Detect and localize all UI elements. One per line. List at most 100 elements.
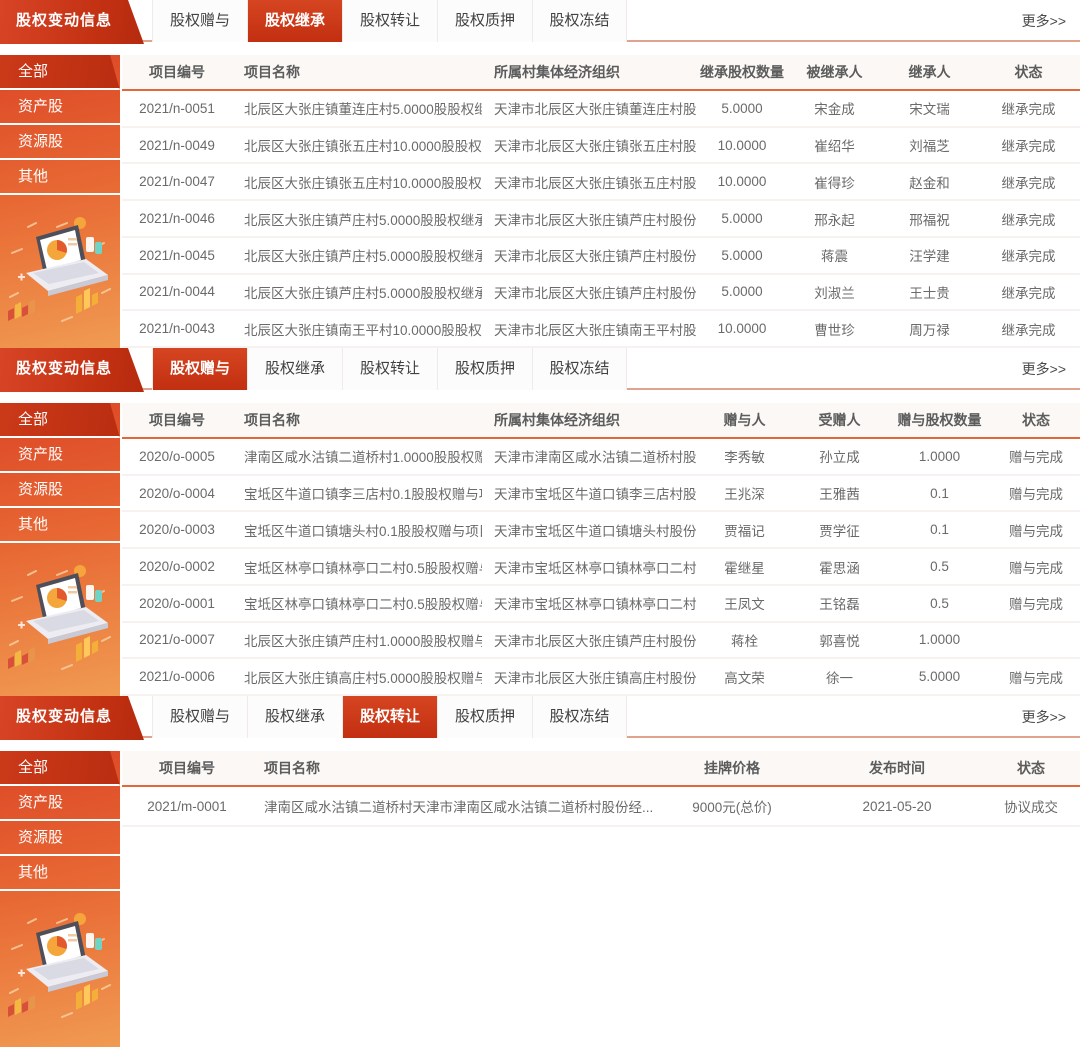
section-equity-gift: 股权变动信息股权赠与股权继承股权转让股权质押股权冻结更多>>全部资产股资源股其他…	[0, 348, 1080, 696]
sidebar-item-other[interactable]: 其他	[0, 856, 120, 891]
table-cell: 霍思涵	[792, 557, 887, 577]
table-cell: 北辰区大张庄镇张五庄村10.0000股股权继...	[232, 172, 482, 192]
table-cell: 邢永起	[787, 209, 882, 229]
table-cell: 0.5	[887, 559, 992, 574]
sidebar-item-all[interactable]: 全部	[0, 751, 120, 786]
sidebar-item-resource-shares[interactable]: 资源股	[0, 821, 120, 856]
table-cell: 赠与完成	[992, 446, 1080, 466]
tab-equity-pledge[interactable]: 股权质押	[437, 0, 532, 42]
tab-equity-gift[interactable]: 股权赠与	[152, 348, 247, 390]
tab-equity-freeze[interactable]: 股权冻结	[532, 696, 627, 738]
table-row[interactable]: 2021/n-0044北辰区大张庄镇芦庄村5.0000股股权继承...天津市北辰…	[122, 275, 1080, 312]
tab-equity-gift[interactable]: 股权赠与	[152, 0, 247, 42]
table-cell: 继承完成	[977, 172, 1080, 192]
table-row[interactable]: 2021/n-0046北辰区大张庄镇芦庄村5.0000股股权继承...天津市北辰…	[122, 201, 1080, 238]
table-row[interactable]: 2021/n-0049北辰区大张庄镇张五庄村10.0000股股权继...天津市北…	[122, 128, 1080, 165]
tab-equity-gift[interactable]: 股权赠与	[152, 696, 247, 738]
tab-equity-inheritance[interactable]: 股权继承	[247, 348, 342, 390]
table-row[interactable]: 2021/o-0006北辰区大张庄镇高庄村5.0000股股权赠与...天津市北辰…	[122, 659, 1080, 696]
table-row[interactable]: 2021/m-0001津南区咸水沽镇二道桥村天津市津南区咸水沽镇二道桥村股份经.…	[122, 787, 1080, 827]
column-header: 赠与股权数量	[887, 410, 992, 430]
table-cell: 9000元(总价)	[652, 796, 812, 816]
sidebar-item-all[interactable]: 全部	[0, 403, 120, 438]
column-header: 继承人	[882, 62, 977, 82]
tab-bar: 股权赠与股权继承股权转让股权质押股权冻结	[152, 348, 627, 390]
table-cell: 2020/o-0003	[122, 522, 232, 537]
sidebar-item-resource-shares[interactable]: 资源股	[0, 125, 120, 160]
more-link[interactable]: 更多>>	[1022, 348, 1066, 390]
table-header-row: 项目编号项目名称所属村集体经济组织继承股权数量被继承人继承人状态	[122, 55, 1080, 91]
table-row[interactable]: 2020/o-0002宝坻区林亭口镇林亭口二村0.5股股权赠与...天津市宝坻区…	[122, 549, 1080, 586]
table-header-row: 项目编号项目名称所属村集体经济组织赠与人受赠人赠与股权数量状态	[122, 403, 1080, 439]
table-cell: 周万禄	[882, 319, 977, 339]
tab-equity-inheritance[interactable]: 股权继承	[247, 696, 342, 738]
table-row[interactable]: 2020/o-0001宝坻区林亭口镇林亭口二村0.5股股权赠与...天津市宝坻区…	[122, 586, 1080, 623]
table-cell: 天津市津南区咸水沽镇二道桥村股...	[482, 446, 697, 466]
column-header: 项目名称	[232, 410, 482, 430]
tab-equity-pledge[interactable]: 股权质押	[437, 696, 532, 738]
table-cell: 5.0000	[697, 284, 787, 299]
tab-bar: 股权赠与股权继承股权转让股权质押股权冻结	[152, 696, 627, 738]
table-row[interactable]: 2021/n-0047北辰区大张庄镇张五庄村10.0000股股权继...天津市北…	[122, 164, 1080, 201]
table-cell: 5.0000	[887, 669, 992, 684]
table-cell: 汪学建	[882, 245, 977, 265]
table-row[interactable]: 2020/o-0003宝坻区牛道口镇塘头村0.1股股权赠与项目天津市宝坻区牛道口…	[122, 512, 1080, 549]
table-cell: 2021/o-0006	[122, 669, 232, 684]
table-cell: 蒋栓	[697, 630, 792, 650]
table-cell: 2021/n-0043	[122, 321, 232, 336]
table-cell: 10.0000	[697, 321, 787, 336]
table-cell: 天津市北辰区大张庄镇芦庄村股份...	[482, 245, 697, 265]
table-rows: 2021/n-0051北辰区大张庄镇董连庄村5.0000股股权继...天津市北辰…	[122, 91, 1080, 348]
table-cell: 宝坻区林亭口镇林亭口二村0.5股股权赠与...	[232, 593, 482, 613]
table-panel: 项目编号项目名称所属村集体经济组织赠与人受赠人赠与股权数量状态2020/o-00…	[122, 403, 1080, 696]
table-cell: 继承完成	[977, 319, 1080, 339]
table-cell: 0.1	[887, 522, 992, 537]
tab-equity-transfer[interactable]: 股权转让	[342, 696, 437, 738]
table-row[interactable]: 2021/n-0043北辰区大张庄镇南王平村10.0000股股权继...天津市北…	[122, 311, 1080, 348]
table-cell: 2021/o-0007	[122, 632, 232, 647]
sidebar-item-resource-shares[interactable]: 资源股	[0, 473, 120, 508]
sidebar-item-all[interactable]: 全部	[0, 55, 120, 90]
sidebar: 全部资产股资源股其他	[0, 403, 120, 696]
table-cell: 李秀敏	[697, 446, 792, 466]
tab-equity-transfer[interactable]: 股权转让	[342, 0, 437, 42]
section-header: 股权变动信息股权赠与股权继承股权转让股权质押股权冻结更多>>	[0, 348, 1080, 390]
tab-equity-freeze[interactable]: 股权冻结	[532, 0, 627, 42]
tab-equity-inheritance[interactable]: 股权继承	[247, 0, 342, 42]
sidebar-item-asset-shares[interactable]: 资产股	[0, 786, 120, 821]
table-cell: 北辰区大张庄镇芦庄村5.0000股股权继承...	[232, 209, 482, 229]
sidebar-item-other[interactable]: 其他	[0, 508, 120, 543]
table-cell: 王雅茜	[792, 483, 887, 503]
illustration-wrap	[2, 559, 118, 679]
tab-equity-transfer[interactable]: 股权转让	[342, 348, 437, 390]
table-cell: 2021/n-0044	[122, 284, 232, 299]
table-cell: 2021/n-0046	[122, 211, 232, 226]
more-link[interactable]: 更多>>	[1022, 696, 1066, 738]
table-cell: 刘淑兰	[787, 282, 882, 302]
table-row[interactable]: 2020/o-0005津南区咸水沽镇二道桥村1.0000股股权赠...天津市津南…	[122, 439, 1080, 476]
table-cell: 曹世珍	[787, 319, 882, 339]
section-title-banner: 股权变动信息	[0, 696, 144, 740]
table-row[interactable]: 2021/n-0051北辰区大张庄镇董连庄村5.0000股股权继...天津市北辰…	[122, 91, 1080, 128]
tab-equity-freeze[interactable]: 股权冻结	[532, 348, 627, 390]
table-cell: 天津市宝坻区牛道口镇塘头村股份...	[482, 520, 697, 540]
table-cell: 津南区咸水沽镇二道桥村天津市津南区咸水沽镇二道桥村股份经...	[252, 796, 652, 816]
table-cell: 北辰区大张庄镇南王平村10.0000股股权继...	[232, 319, 482, 339]
table-row[interactable]: 2021/n-0045北辰区大张庄镇芦庄村5.0000股股权继承...天津市北辰…	[122, 238, 1080, 275]
column-header: 项目编号	[122, 62, 232, 82]
column-header: 项目名称	[252, 758, 652, 778]
table-cell: 2021/n-0047	[122, 174, 232, 189]
tab-equity-pledge[interactable]: 股权质押	[437, 348, 532, 390]
sidebar-item-asset-shares[interactable]: 资产股	[0, 438, 120, 473]
column-header: 状态	[977, 62, 1080, 82]
table-row[interactable]: 2021/o-0007北辰区大张庄镇芦庄村1.0000股股权赠与...天津市北辰…	[122, 623, 1080, 660]
more-link[interactable]: 更多>>	[1022, 0, 1066, 42]
table-cell: 2020/o-0002	[122, 559, 232, 574]
table-cell: 继承完成	[977, 209, 1080, 229]
illustration-wrap	[2, 907, 118, 1027]
column-header: 发布时间	[812, 758, 982, 778]
table-row[interactable]: 2020/o-0004宝坻区牛道口镇李三店村0.1股股权赠与项目天津市宝坻区牛道…	[122, 476, 1080, 513]
sidebar-item-asset-shares[interactable]: 资产股	[0, 90, 120, 125]
sidebar-item-other[interactable]: 其他	[0, 160, 120, 195]
table-cell: 北辰区大张庄镇张五庄村10.0000股股权继...	[232, 135, 482, 155]
